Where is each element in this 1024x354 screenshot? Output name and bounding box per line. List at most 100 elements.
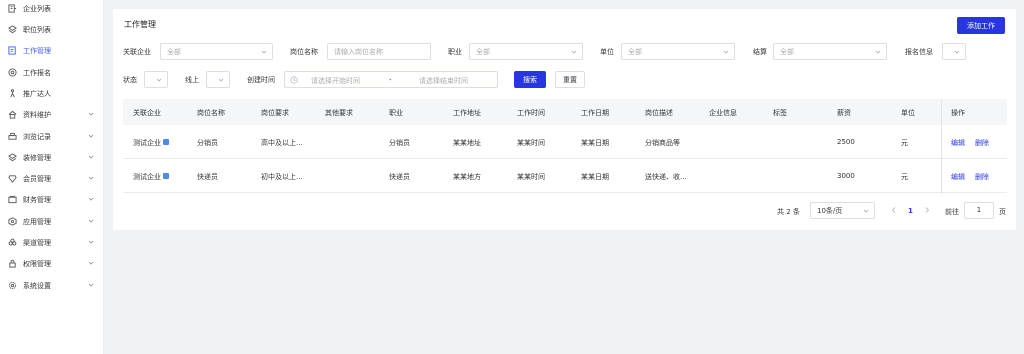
unit-select[interactable]: 全部 [621, 43, 735, 60]
layers-icon [8, 25, 17, 34]
sidebar-item-finance[interactable]: 财务管理 [0, 189, 104, 210]
delete-link[interactable]: 删除 [975, 138, 989, 148]
reset-button[interactable]: 重置 [555, 71, 585, 88]
col-header: 岗位名称 [197, 109, 225, 117]
sidebar-item-applications[interactable]: 应用管理 [0, 211, 104, 232]
goto-page-input[interactable]: 1 [964, 202, 994, 219]
col-header: 其他要求 [325, 109, 353, 117]
chevron-down-icon [88, 176, 94, 180]
settle-select[interactable]: 全部 [773, 43, 887, 60]
range-separator: - [389, 76, 392, 84]
unit-cell: 元 [901, 139, 908, 147]
sidebar-item-label: 装修管理 [23, 153, 51, 162]
diamond-icon [8, 174, 17, 183]
status-select[interactable] [144, 71, 168, 88]
job-cell: 分销员 [389, 139, 410, 147]
info-tag-icon [163, 173, 169, 179]
requirement-cell: 高中及以上... [261, 139, 303, 147]
time-cell: 某某时间 [517, 173, 545, 181]
wallet-icon [8, 195, 17, 204]
col-header: 工作日期 [581, 109, 609, 117]
page-size-select[interactable]: 10条/页 [810, 202, 875, 219]
job-filter-label: 职业 [448, 48, 462, 56]
col-header: 单位 [901, 109, 915, 117]
col-header: 岗位要求 [261, 109, 289, 117]
unit-cell: 元 [901, 173, 908, 181]
add-work-button[interactable]: 添加工作 [957, 17, 1005, 34]
chevron-down-icon [88, 219, 94, 223]
sidebar-item-label: 渠道管理 [23, 238, 51, 247]
sidebar-item-channels[interactable]: 渠道管理 [0, 232, 104, 253]
sidebar-item-system-settings[interactable]: 系统设置 [0, 275, 104, 296]
pagination-total: 共 2 条 [777, 208, 800, 216]
signup-filter-label: 报名信息 [905, 48, 933, 56]
chevron-down-icon [88, 261, 94, 265]
edit-link[interactable]: 编辑 [951, 172, 965, 182]
signup-select[interactable] [942, 43, 966, 60]
current-page-number[interactable]: 1 [908, 207, 913, 215]
page-title: 工作管理 [124, 20, 156, 29]
online-filter-label: 线上 [185, 76, 199, 84]
printer-icon [8, 132, 17, 141]
person-walk-icon [8, 89, 17, 98]
position-cell: 快递员 [197, 173, 218, 181]
company-filter-label: 关联企业 [123, 48, 151, 56]
lock-icon [8, 259, 17, 268]
sidebar-item-work-management[interactable]: 工作管理 [0, 40, 104, 61]
company-select[interactable]: 全部 [160, 43, 273, 60]
end-time-placeholder[interactable]: 请选择结束时间 [419, 76, 468, 86]
sidebar-item-label: 权限管理 [23, 259, 51, 268]
sidebar-item-companies[interactable]: 企业列表 [0, 0, 104, 19]
time-cell: 某某时间 [517, 139, 545, 147]
table-row: 测试企业 快递员 初中及以上... 快递员 某某地方 某某时间 某某日期 送快递… [123, 159, 1007, 193]
chevron-down-icon [88, 112, 94, 116]
settle-filter-label: 结算 [753, 48, 767, 56]
page-size-value: 10条/页 [817, 206, 843, 215]
sidebar-item-decoration[interactable]: 装修管理 [0, 147, 104, 168]
date-cell: 某某日期 [581, 139, 609, 147]
sidebar: 企业列表 职位列表 工作管理 工作报名 推广达人 资料维护 浏览记录 装修管理 … [0, 0, 104, 354]
position-name-input[interactable]: 请输入岗位名称 [327, 43, 431, 60]
clock-icon [290, 76, 298, 84]
online-select[interactable] [206, 71, 230, 88]
delete-link[interactable]: 删除 [975, 172, 989, 182]
status-filter-label: 状态 [123, 76, 137, 84]
address-cell: 某某地址 [453, 139, 481, 147]
edit-link[interactable]: 编辑 [951, 138, 965, 148]
chevron-down-icon [723, 50, 729, 54]
chevron-down-icon [88, 283, 94, 287]
sidebar-item-label: 浏览记录 [23, 132, 51, 141]
chevron-down-icon [88, 155, 94, 159]
date-cell: 某某日期 [581, 173, 609, 181]
gear-icon [8, 281, 17, 290]
address-cell: 某某地方 [453, 173, 481, 181]
search-button[interactable]: 搜索 [514, 71, 546, 88]
layers-icon [8, 153, 17, 162]
sidebar-item-browse-history[interactable]: 浏览记录 [0, 126, 104, 147]
at-sign-icon [8, 68, 17, 77]
chevron-down-icon [954, 50, 960, 54]
salary-cell: 2500 [837, 138, 855, 146]
prev-page-icon[interactable] [890, 206, 898, 214]
sidebar-item-label: 财务管理 [23, 195, 51, 204]
col-header: 薪资 [837, 109, 851, 117]
job-select[interactable]: 全部 [469, 43, 583, 60]
position-filter-label: 岗位名称 [290, 48, 318, 56]
info-tag-icon [163, 139, 169, 145]
sidebar-item-data-maintenance[interactable]: 资料维护 [0, 104, 104, 125]
position-name-placeholder: 请输入岗位名称 [334, 47, 383, 56]
next-page-icon[interactable] [923, 206, 931, 214]
col-header: 工作地址 [453, 109, 481, 117]
start-time-placeholder[interactable]: 请选择开始时间 [311, 76, 360, 86]
description-cell: 送快递、收... [645, 173, 687, 181]
building-icon [8, 4, 17, 13]
chevron-down-icon [88, 240, 94, 244]
sidebar-item-members[interactable]: 会员管理 [0, 168, 104, 189]
sidebar-item-work-signup[interactable]: 工作报名 [0, 62, 104, 83]
sidebar-item-promoters[interactable]: 推广达人 [0, 83, 104, 104]
sidebar-item-positions[interactable]: 职位列表 [0, 19, 104, 40]
fixed-column-divider [941, 99, 942, 194]
created-time-range[interactable]: 请选择开始时间 - 请选择结束时间 [284, 71, 498, 88]
sidebar-item-permissions[interactable]: 权限管理 [0, 253, 104, 274]
document-edit-icon [8, 46, 17, 55]
